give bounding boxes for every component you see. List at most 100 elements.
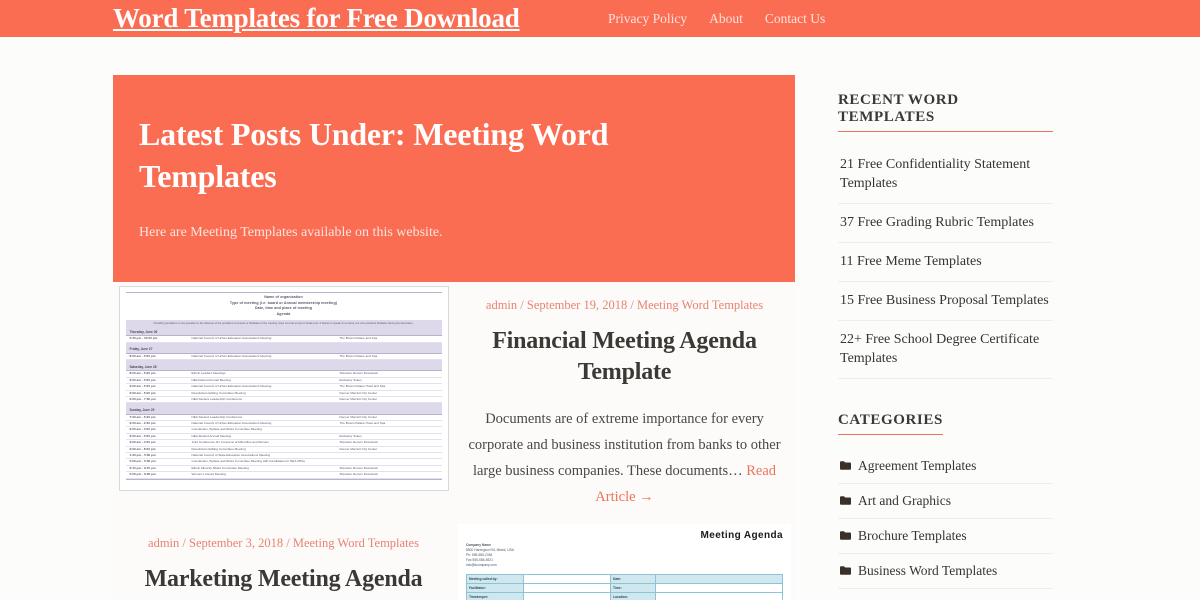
- post-card-financial-thumb: Name of organization Type of meeting (i.…: [113, 282, 454, 520]
- doc-note: Presiding (president or vice president i…: [125, 320, 442, 329]
- folder-icon: [840, 527, 851, 545]
- main-content: Latest Posts Under: Meeting Word Templat…: [113, 75, 795, 600]
- doc-heading-line-4: Agenda: [276, 311, 291, 316]
- list-item[interactable]: Business Word Templates: [838, 554, 1053, 589]
- recent-item-link[interactable]: 37 Free Grading Rubric Templates: [840, 213, 1053, 232]
- doc2-company-phone: Ph: 555-555-2354: [466, 553, 493, 558]
- doc-row-time: 6:00 pm - 7:00 pm: [129, 397, 156, 401]
- doc-row-place: Denver Marriott City Center: [339, 446, 378, 451]
- meta-sep: /: [517, 298, 527, 312]
- list-item[interactable]: 37 Free Grading Rubric Templates: [838, 204, 1053, 243]
- doc-row-event: National Council of Urban Education Asso…: [191, 336, 272, 341]
- list-item[interactable]: 21 Free Confidentiality Statement Templa…: [838, 146, 1053, 204]
- doc-row-event: NEA Student Leadership Conference: [191, 414, 243, 419]
- doc2-field-label: Date:: [611, 575, 655, 584]
- recent-item-link[interactable]: 11 Free Meme Templates: [840, 252, 1053, 271]
- nav-link-contact-us[interactable]: Contact Us: [765, 10, 825, 28]
- category-link[interactable]: Brochure Templates: [858, 527, 967, 545]
- post-card-marketing-text: admin / September 3, 2018 / Meeting Word…: [113, 520, 454, 600]
- doc-row-time: 9:00 am - 5:00 pm: [129, 433, 156, 438]
- doc-row-place: The Brown Palace and Spa: [339, 336, 378, 341]
- doc-row-time: 6:15 pm - 9:15 pm: [129, 465, 156, 470]
- doc-row-place: Denver Marriott City Center: [339, 414, 378, 419]
- post-author-link[interactable]: admin: [486, 298, 517, 312]
- category-link[interactable]: Business Word Templates: [858, 562, 997, 580]
- doc-row-place: Embassy Suites: [339, 433, 362, 438]
- doc-row-place: The Brown Palace Hotel and Spa: [339, 384, 386, 389]
- doc-row-place: Denver Marriott City Center: [339, 397, 378, 401]
- post-thumbnail-financial[interactable]: Name of organization Type of meeting (i.…: [113, 282, 454, 495]
- doc-day-group-3: Saturday, June 28 8:00 am - 5:00 pm Ethni…: [125, 363, 442, 404]
- post-author-link[interactable]: admin: [148, 536, 179, 550]
- list-item[interactable]: 22+ Free School Degree Certificate Templ…: [838, 321, 1053, 379]
- widget-categories: CATEGORIES Agreement Templates Art and G…: [838, 411, 1053, 600]
- doc2-field-value: [656, 593, 782, 600]
- post-title-marketing: Marketing Meeting Agenda Template: [125, 564, 442, 600]
- doc-row-event: National Council of Urban Education Asso…: [191, 353, 272, 358]
- doc-row-place: Sheraton Denver Downtown: [339, 371, 379, 376]
- doc-row-event: National Council of State Education Asso…: [191, 452, 271, 457]
- post-body: admin / September 19, 2018 / Meeting Wor…: [454, 282, 795, 520]
- doc2-field-label: Facilitator:: [467, 584, 523, 593]
- recent-templates-list: 21 Free Confidentiality Statement Templa…: [838, 146, 1053, 379]
- doc2-field-label: Location:: [611, 593, 655, 600]
- list-item[interactable]: 11 Free Meme Templates: [838, 243, 1053, 282]
- doc-row-event: NEA-Retired Annual Meeting: [191, 433, 232, 438]
- doc-row-time: 7:30 am - 5:30 pm: [129, 414, 156, 419]
- doc2-field-label: Meeting called by:: [467, 575, 523, 584]
- doc-row-event: National Council of Urban Education Asso…: [191, 420, 272, 425]
- recent-item-link[interactable]: 15 Free Business Proposal Templates: [840, 291, 1053, 310]
- post-date-link[interactable]: September 3, 2018: [189, 536, 283, 550]
- doc-row-place: [340, 459, 442, 464]
- doc-row-time: 5:00 pm - 6:00 pm: [129, 472, 156, 477]
- category-link[interactable]: Art and Graphics: [858, 492, 951, 510]
- doc-row-place: Sheraton Denver Downtown: [339, 472, 379, 477]
- doc-row-event: Constitution, Bylaws and Rules Committee…: [191, 427, 262, 432]
- doc-day-label: Sunday, June 29: [125, 406, 442, 415]
- site-title[interactable]: Word Templates for Free Download: [113, 0, 520, 36]
- page-subtitle: Here are Meeting Templates available on …: [139, 225, 443, 240]
- list-item[interactable]: Calendar Word Templates: [838, 589, 1053, 600]
- post-card-financial-text: admin / September 19, 2018 / Meeting Wor…: [454, 282, 795, 520]
- list-item[interactable]: Brochure Templates: [838, 519, 1053, 554]
- list-item[interactable]: Art and Graphics: [838, 484, 1053, 519]
- post-category-link[interactable]: Meeting Word Templates: [637, 298, 763, 312]
- folder-icon: [840, 562, 851, 580]
- doc-row-time: 9:00 am - 8:00 pm: [129, 446, 156, 451]
- doc-day-group-2: Friday, June 27 8:00 am - 5:00 pm Nation…: [125, 345, 442, 361]
- category-link[interactable]: Agreement Templates: [858, 457, 976, 475]
- doc-row-time: 9:00 am - 5:00 pm: [129, 377, 156, 382]
- doc-row-event: Ethnic Minority Affairs Committee Meetin…: [191, 465, 249, 470]
- posts-grid: Name of organization Type of meeting (i.…: [113, 282, 795, 600]
- main-nav: Privacy Policy About Contact Us: [608, 10, 825, 28]
- doc-row-event: Ethnic Leaders Meetings: [191, 371, 226, 376]
- doc2-field-label: Timekeeper:: [467, 593, 523, 600]
- nav-link-privacy-policy[interactable]: Privacy Policy: [608, 10, 687, 28]
- doc-row-event: National Council of Urban Education Asso…: [191, 384, 272, 389]
- post-title-link[interactable]: Financial Meeting Agenda Template: [492, 328, 757, 385]
- doc-row-place: The Brown Palace Hotel and Spa: [339, 420, 386, 425]
- meta-sep: /: [283, 536, 293, 550]
- excerpt-text: Documents are of extreme importance for …: [468, 411, 781, 479]
- post-excerpt: Documents are of extreme importance for …: [466, 406, 783, 510]
- widget-title-recent: RECENT WORD TEMPLATES: [838, 92, 1053, 132]
- doc-row-place: Embassy Suites: [339, 377, 362, 382]
- post-meta: admin / September 3, 2018 / Meeting Word…: [125, 534, 442, 552]
- list-item[interactable]: 15 Free Business Proposal Templates: [838, 282, 1053, 321]
- doc2-field-value: [524, 593, 610, 600]
- nav-link-about[interactable]: About: [709, 10, 743, 28]
- post-thumbnail-marketing[interactable]: Meeting Agenda Company Name 8500 Harring…: [454, 520, 795, 600]
- widget-recent-word-templates: RECENT WORD TEMPLATES 21 Free Confidenti…: [838, 92, 1053, 379]
- page-title: Latest Posts Under: Meeting Word Templat…: [139, 116, 609, 194]
- doc-row-time: 5:30 pm - 10:00 pm: [129, 336, 158, 341]
- post-date-link[interactable]: September 19, 2018: [527, 298, 627, 312]
- list-item[interactable]: Agreement Templates: [838, 449, 1053, 484]
- meeting-agenda-form-preview: Meeting Agenda Company Name 8500 Harring…: [458, 524, 791, 600]
- doc2-company-name: Company Name: [466, 543, 491, 547]
- recent-item-link[interactable]: 21 Free Confidentiality Statement Templa…: [840, 155, 1053, 193]
- post-title-link[interactable]: Marketing Meeting Agenda Template: [145, 566, 423, 600]
- recent-item-link[interactable]: 22+ Free School Degree Certificate Templ…: [840, 330, 1053, 368]
- categories-list: Agreement Templates Art and Graphics Bro…: [838, 449, 1053, 600]
- sidebar: RECENT WORD TEMPLATES 21 Free Confidenti…: [838, 92, 1053, 600]
- post-category-link[interactable]: Meeting Word Templates: [293, 536, 419, 550]
